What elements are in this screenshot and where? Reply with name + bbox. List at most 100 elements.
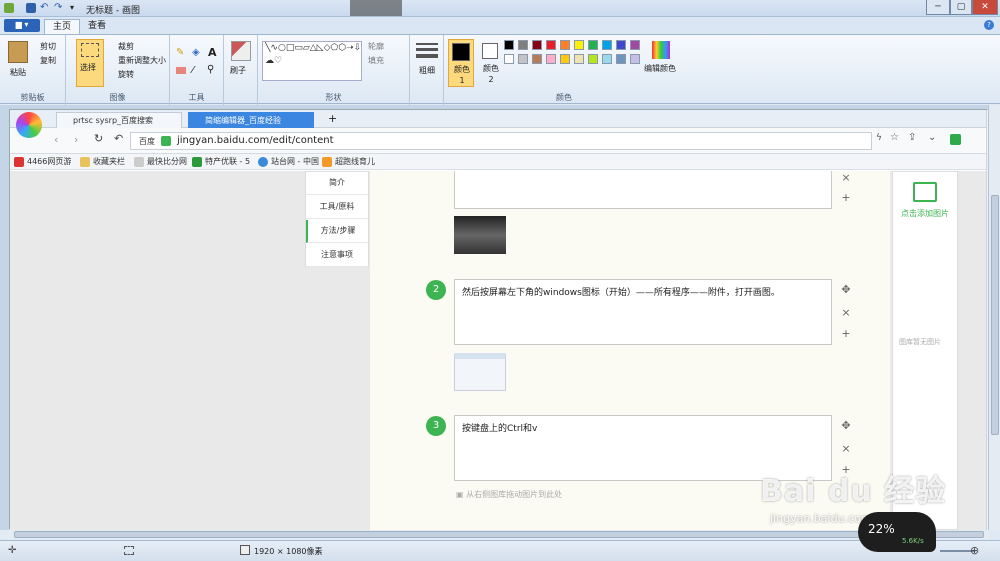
dropdown-icon[interactable]: ⌄ — [928, 132, 936, 143]
tab-view[interactable]: 查看 — [80, 19, 114, 35]
redo-icon[interactable]: ↷ — [54, 3, 64, 13]
palette-swatch[interactable] — [630, 54, 640, 64]
palette-swatch[interactable] — [518, 40, 528, 50]
browser-tab-1[interactable]: prtsc sysrp_百度搜索 — [56, 112, 182, 128]
search-icon[interactable] — [950, 134, 961, 145]
text-icon[interactable]: A — [208, 46, 217, 59]
shapes-gallery[interactable]: ╲∿○□▭▱△◺◇⬠⬡➝⇩☆✩◯◔☁♡ — [262, 41, 362, 81]
back-icon[interactable]: ‹ — [54, 133, 58, 146]
magnifier-icon[interactable]: ⚲ — [207, 64, 214, 75]
ribbon: 粘贴 剪切 复制 剪贴板 选择 裁剪 重新调整大小 旋转 图像 ✎ ◈ A ⁄ … — [0, 34, 1000, 105]
canvas-vertical-scrollbar[interactable] — [988, 105, 1000, 530]
step-2-textbox[interactable]: 然后按屏幕左下角的windows图标（开始）——所有程序——附件，打开画图。 — [454, 279, 832, 345]
close-button[interactable]: ✕ — [972, 0, 998, 15]
add-image-button[interactable]: 点击添加图片 — [901, 208, 949, 219]
edit-colors-button[interactable]: 编辑颜色 — [644, 63, 676, 74]
add-icon[interactable]: + — [840, 327, 852, 340]
paste-icon[interactable] — [8, 41, 28, 63]
color2-button[interactable]: 颜色 2 — [478, 39, 504, 87]
resize-button[interactable]: 重新调整大小 — [118, 55, 166, 66]
bookmark-favorites[interactable]: 收藏夹栏 — [80, 156, 125, 167]
palette-swatch[interactable] — [602, 54, 612, 64]
palette-swatch[interactable] — [546, 54, 556, 64]
nav-intro[interactable]: 简介 — [306, 172, 368, 195]
copy-button[interactable]: 复制 — [40, 55, 56, 66]
zoom-slider[interactable] — [940, 550, 974, 552]
scroll-thumb[interactable] — [991, 195, 999, 435]
lightning-icon[interactable]: ϟ — [876, 133, 882, 143]
undo-icon[interactable]: ↶ — [40, 3, 50, 13]
palette-swatch[interactable] — [588, 40, 598, 50]
step-1-image[interactable] — [454, 216, 506, 254]
canvas-horizontal-scrollbar[interactable] — [0, 530, 990, 539]
add-icon[interactable]: + — [840, 191, 852, 204]
palette-swatch[interactable] — [574, 40, 584, 50]
select-button[interactable]: 选择 — [76, 39, 104, 87]
cut-button[interactable]: 剪切 — [40, 41, 56, 52]
color-picker-icon[interactable]: ⁄ — [192, 65, 194, 76]
palette-swatch[interactable] — [518, 54, 528, 64]
bookmark-specialty[interactable]: 特产优联 - 5 — [192, 156, 250, 167]
forward-icon[interactable]: › — [74, 133, 78, 146]
refresh-icon[interactable]: ↻ — [94, 132, 103, 145]
edit-colors-icon[interactable] — [652, 41, 670, 59]
eraser-icon[interactable] — [176, 67, 186, 74]
new-tab-button[interactable]: + — [328, 112, 337, 125]
crop-button[interactable]: 裁剪 — [118, 41, 134, 52]
delete-icon[interactable]: × — [840, 171, 852, 184]
rotate-button[interactable]: 旋转 — [118, 69, 134, 80]
bookmark-label: 收藏夹栏 — [93, 157, 125, 166]
palette-swatch[interactable] — [602, 40, 612, 50]
url-field[interactable]: 百度 jingyan.baidu.com/edit/content — [130, 132, 872, 150]
step-2-image[interactable] — [454, 353, 506, 391]
pencil-icon[interactable]: ✎ — [176, 47, 184, 58]
browser-tab-2[interactable]: 简缩编辑器_百度经验 — [188, 112, 314, 128]
palette-swatch[interactable] — [504, 54, 514, 64]
palette-swatch[interactable] — [504, 40, 514, 50]
move-icon[interactable]: ✥ — [840, 419, 852, 432]
palette-swatch[interactable] — [630, 40, 640, 50]
tab-home[interactable]: 主页 — [44, 19, 81, 35]
bookmark-parenting[interactable]: 超跑线育儿 — [322, 156, 375, 167]
delete-icon[interactable]: × — [840, 442, 852, 455]
palette-swatch[interactable] — [588, 54, 598, 64]
palette-swatch[interactable] — [532, 40, 542, 50]
palette-swatch[interactable] — [560, 40, 570, 50]
zoom-in-icon[interactable]: ⊕ — [970, 544, 979, 557]
palette-swatch[interactable] — [574, 54, 584, 64]
maximize-button[interactable]: ▢ — [950, 0, 972, 15]
help-icon[interactable]: ? — [984, 20, 994, 30]
outline-button[interactable]: 轮廓 — [368, 41, 384, 52]
palette-swatch[interactable] — [560, 54, 570, 64]
bookmark-score[interactable]: 最快比分网 — [134, 156, 187, 167]
share-icon[interactable]: ⇪ — [908, 132, 916, 143]
minimize-button[interactable]: ─ — [926, 0, 950, 15]
bookmark-station[interactable]: 站台网 - 中国 — [258, 156, 319, 167]
undo-close-icon[interactable]: ↶ — [114, 132, 123, 145]
delete-icon[interactable]: × — [840, 306, 852, 319]
palette-swatch[interactable] — [616, 40, 626, 50]
save-icon[interactable] — [26, 3, 36, 13]
nav-steps[interactable]: 方法/步骤 — [306, 220, 368, 243]
palette-swatch[interactable] — [616, 54, 626, 64]
palette-swatch[interactable] — [532, 54, 542, 64]
nav-tools[interactable]: 工具/原料 — [306, 196, 368, 219]
move-icon[interactable]: ✥ — [840, 283, 852, 296]
bookmark-4466[interactable]: 4466网页游 — [14, 156, 71, 167]
scroll-thumb[interactable] — [14, 531, 984, 538]
file-menu-button[interactable]: ▆ ▾ — [4, 19, 40, 32]
brush-icon[interactable] — [231, 41, 251, 61]
step-1-textbox[interactable] — [454, 171, 832, 209]
customize-qat-icon[interactable]: ▾ — [70, 3, 74, 12]
size-button[interactable]: 粗细 — [419, 65, 435, 76]
add-image-icon[interactable] — [913, 182, 937, 202]
fill-icon[interactable]: ◈ — [192, 47, 200, 58]
star-icon[interactable]: ☆ — [890, 132, 899, 143]
brush-button[interactable]: 刷子 — [230, 65, 246, 76]
color1-button[interactable]: 颜色 1 — [448, 39, 474, 87]
fill-button[interactable]: 填充 — [368, 55, 384, 66]
paste-button[interactable]: 粘贴 — [10, 67, 26, 78]
size-icon[interactable] — [416, 43, 438, 45]
nav-notes[interactable]: 注意事项 — [306, 244, 368, 267]
palette-swatch[interactable] — [546, 40, 556, 50]
